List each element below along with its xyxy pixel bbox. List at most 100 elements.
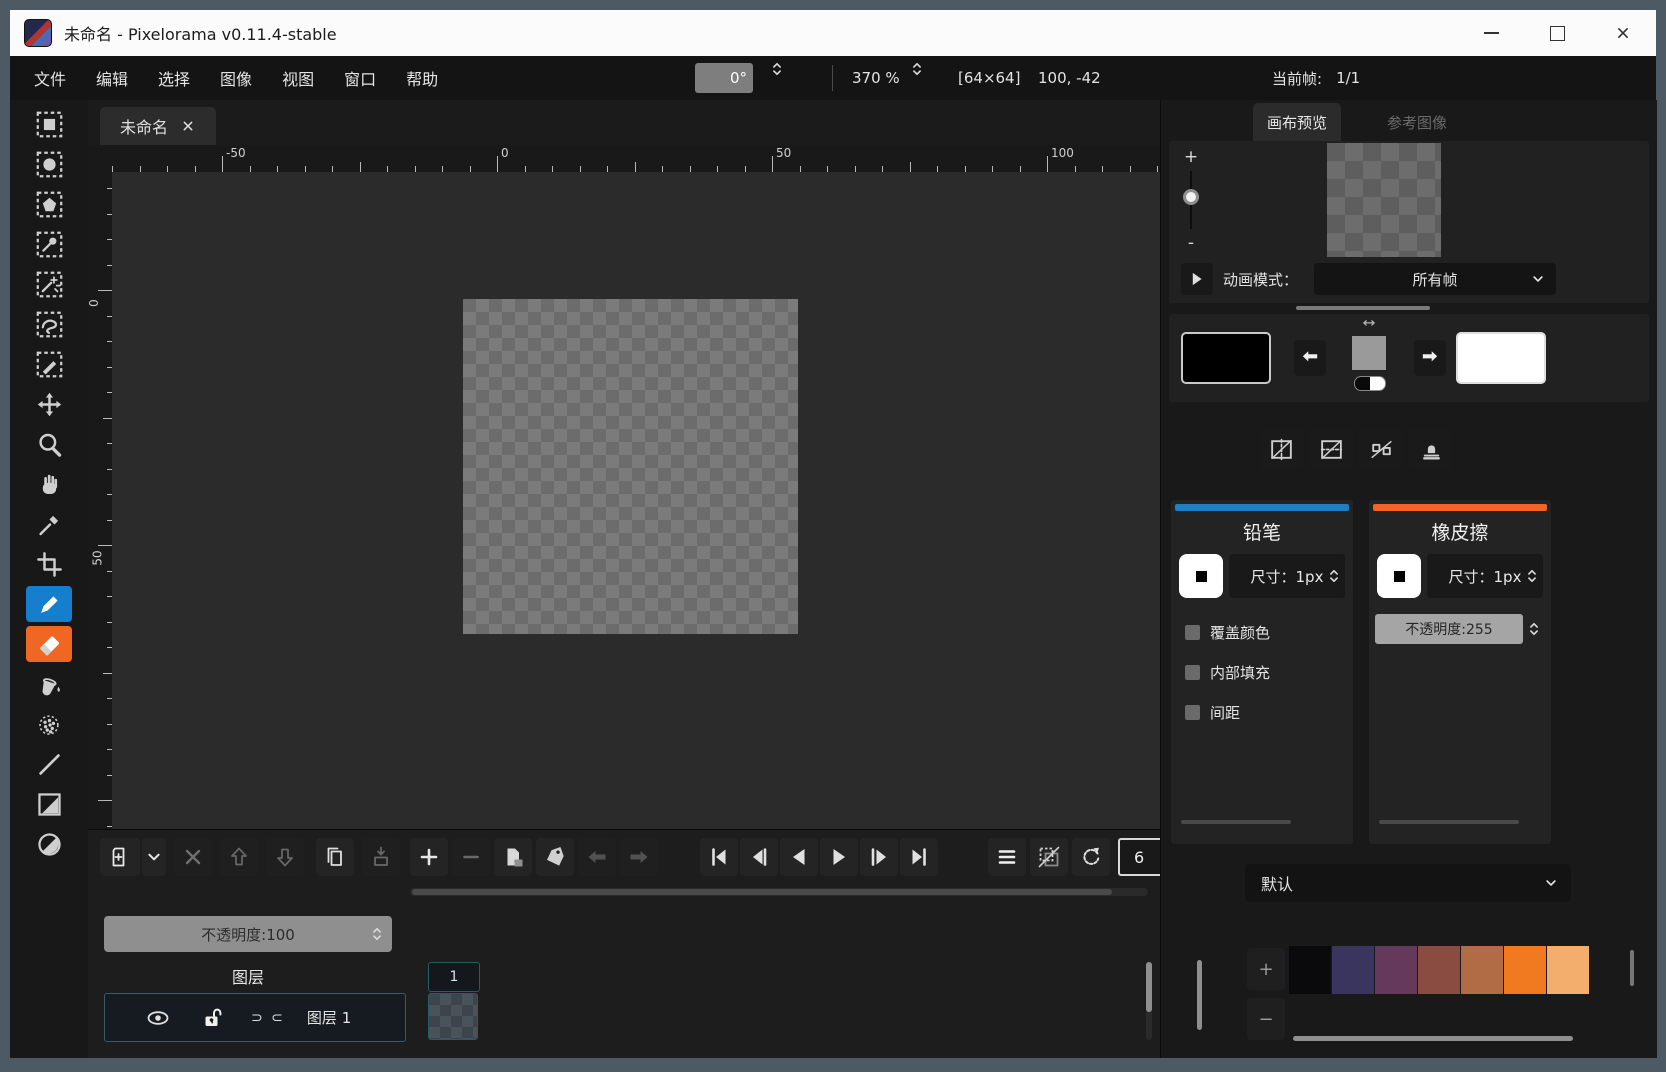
tool-panel-scrollbar[interactable] <box>1197 960 1202 1030</box>
mirror-horizontal-button[interactable] <box>1259 428 1303 470</box>
tool-rectangle[interactable] <box>26 786 72 822</box>
pencil-size-spinner[interactable] <box>1325 563 1343 589</box>
tool-ellipse-select[interactable] <box>26 146 72 182</box>
layer-options-chevron[interactable] <box>142 838 166 876</box>
layer-row[interactable]: ⊃ ⊂ 图层 1 <box>104 993 406 1042</box>
tool-ellipse[interactable] <box>26 826 72 862</box>
panel-resize-handle[interactable] <box>1296 306 1430 310</box>
preview-play-button[interactable] <box>1181 263 1213 295</box>
checkbox-icon[interactable] <box>1185 665 1200 680</box>
delete-layer-button[interactable] <box>174 838 212 876</box>
play-button[interactable] <box>820 838 858 876</box>
play-backwards-button[interactable] <box>780 838 818 876</box>
timeline-hscroll-thumb[interactable] <box>412 889 1112 895</box>
tool-pencil[interactable] <box>26 586 72 622</box>
eraser-brush-button[interactable] <box>1377 554 1421 598</box>
edit-palette-button[interactable] <box>1573 866 1607 900</box>
merge-layer-down-button[interactable] <box>362 838 400 876</box>
clone-layer-button[interactable] <box>316 838 354 876</box>
fps-spinbox[interactable]: 6 <box>1118 838 1160 876</box>
pencil-option-0[interactable]: 覆盖颜色 <box>1185 622 1270 643</box>
remove-color-button[interactable]: − <box>1247 998 1285 1040</box>
dynamics-button[interactable] <box>1409 428 1453 470</box>
vertical-ruler[interactable]: 050 <box>88 172 113 830</box>
palette-swatch-1[interactable] <box>1332 946 1374 994</box>
left-color-swatch[interactable] <box>1181 332 1271 384</box>
cel-thumbnail[interactable] <box>428 993 478 1040</box>
preview-zoom-out[interactable]: - <box>1183 233 1199 253</box>
palette-swatch-2[interactable] <box>1375 946 1417 994</box>
tool-pan[interactable] <box>26 466 72 502</box>
preview-zoom-slider-knob[interactable] <box>1183 189 1199 205</box>
move-frame-left-button[interactable] <box>578 838 616 876</box>
menu-item-6[interactable]: 帮助 <box>406 66 438 90</box>
layer-lock-icon[interactable] <box>199 1005 225 1031</box>
timeline-vertical-scrollbar[interactable] <box>1146 962 1152 1040</box>
color-toggle-pill[interactable] <box>1354 376 1386 391</box>
menu-item-4[interactable]: 视图 <box>282 66 314 90</box>
layer-opacity-slider[interactable]: 不透明度:100 <box>104 916 392 952</box>
tool-eraser[interactable] <box>26 626 72 662</box>
eraser-opacity-spinner[interactable] <box>1525 616 1543 642</box>
timeline-vscroll-thumb[interactable] <box>1146 962 1152 1012</box>
last-frame-button[interactable] <box>900 838 938 876</box>
tool-paint-select[interactable] <box>26 346 72 382</box>
layer-link-cels-icon[interactable]: ⊃ ⊂ <box>251 1010 285 1026</box>
rotation-input[interactable]: 0° <box>695 63 753 93</box>
menu-item-2[interactable]: 选择 <box>158 66 190 90</box>
animation-mode-dropdown[interactable]: 所有帧 <box>1314 263 1556 295</box>
close-button[interactable] <box>1590 10 1656 56</box>
palette-swatch-3[interactable] <box>1418 946 1460 994</box>
menu-item-1[interactable]: 编辑 <box>96 66 128 90</box>
frame-tag-button[interactable] <box>536 838 574 876</box>
layer-name[interactable]: 图层 1 <box>307 1007 351 1028</box>
left-color-arrow-button[interactable] <box>1294 340 1326 376</box>
eraser-opacity-slider[interactable]: 不透明度:255 <box>1375 614 1523 644</box>
zoom-spinner[interactable] <box>908 56 926 82</box>
onion-skin-toggle-button[interactable] <box>1030 838 1068 876</box>
previous-frame-button[interactable] <box>740 838 778 876</box>
tool-crop[interactable] <box>26 546 72 582</box>
palette-vertical-scrollbar[interactable] <box>1630 950 1634 986</box>
layer-opacity-spinner[interactable] <box>368 921 386 947</box>
frame-number-button[interactable]: 1 <box>428 962 480 992</box>
rotation-spinner[interactable] <box>768 56 786 82</box>
tool-color-picker[interactable] <box>26 506 72 542</box>
add-color-button[interactable]: + <box>1247 948 1285 990</box>
remove-frame-button[interactable] <box>452 838 490 876</box>
tool-shading[interactable] <box>26 706 72 742</box>
add-layer-button[interactable] <box>100 838 140 876</box>
tab-close-icon[interactable] <box>180 118 196 134</box>
move-layer-up-button[interactable] <box>220 838 258 876</box>
maximize-button[interactable] <box>1524 10 1590 56</box>
menu-item-3[interactable]: 图像 <box>220 66 252 90</box>
move-frame-right-button[interactable] <box>620 838 658 876</box>
layer-visibility-icon[interactable] <box>145 1005 171 1031</box>
average-color-square[interactable] <box>1352 336 1386 370</box>
menu-item-5[interactable]: 窗口 <box>344 66 376 90</box>
add-frame-button[interactable] <box>410 838 448 876</box>
tool-rectangle-select[interactable] <box>26 106 72 142</box>
next-frame-button[interactable] <box>860 838 898 876</box>
pencil-option-2[interactable]: 间距 <box>1185 702 1240 723</box>
swap-colors-icon[interactable] <box>1356 318 1382 334</box>
pixel-perfect-button[interactable] <box>1359 428 1403 470</box>
pencil-panel-scrollbar[interactable] <box>1181 820 1291 824</box>
clone-frame-button[interactable] <box>494 838 532 876</box>
canvas-transparent-checker[interactable] <box>463 299 798 634</box>
palette-swatch-0[interactable] <box>1289 946 1331 994</box>
preview-zoom-in[interactable]: + <box>1183 147 1199 167</box>
tab-reference-images[interactable]: 参考图像 <box>1373 103 1461 141</box>
menu-item-0[interactable]: 文件 <box>34 66 66 90</box>
tab-canvas-preview[interactable]: 画布预览 <box>1253 103 1341 141</box>
first-frame-button[interactable] <box>700 838 738 876</box>
eraser-size-spinbox[interactable]: 尺寸：1px <box>1427 554 1543 598</box>
horizontal-ruler[interactable]: -50050100 <box>88 145 1160 173</box>
palette-select-dropdown[interactable]: 默认 <box>1245 864 1571 902</box>
zoom-value[interactable]: 370 % <box>852 56 900 100</box>
tool-move[interactable] <box>26 386 72 422</box>
palette-swatch-4[interactable] <box>1461 946 1503 994</box>
tool-zoom[interactable] <box>26 426 72 462</box>
eraser-size-spinner[interactable] <box>1523 563 1541 589</box>
canvas-viewport[interactable] <box>112 172 1160 830</box>
